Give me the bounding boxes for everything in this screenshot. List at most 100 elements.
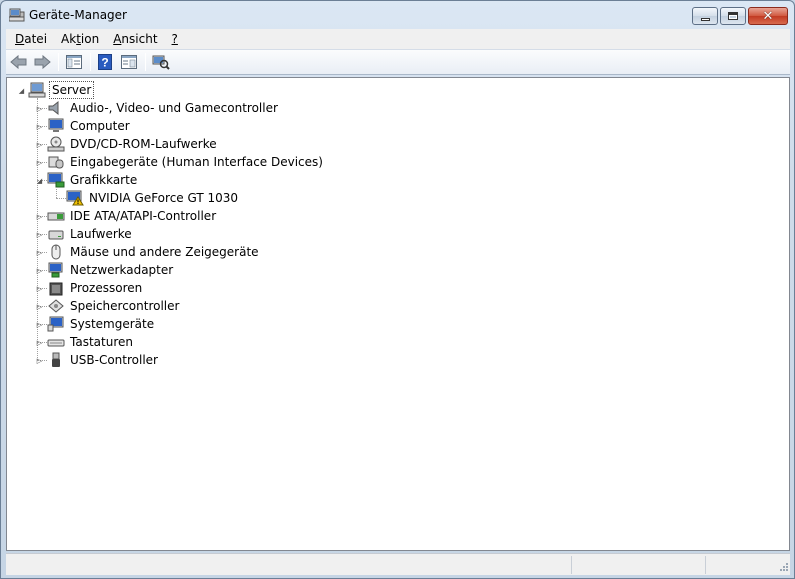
menu-datei-rest: atei [24,32,48,46]
close-icon: ✕ [762,8,774,24]
menu-ansicht-rest: nsicht [121,32,158,46]
title-bar[interactable]: Geräte-Manager ✕ [1,1,794,29]
expander-network-adapter[interactable]: ▷ [35,266,44,275]
tree-category-label: Eingabegeräte (Human Interface Devices) [70,155,323,169]
expander-system-devices[interactable]: ▷ [35,320,44,329]
scan-hardware-button[interactable] [150,52,172,72]
tree-category-label: DVD/CD-ROM-Laufwerke [70,137,217,151]
menu-ansicht[interactable]: Ansicht [108,32,162,46]
processor-icon [47,280,65,296]
tree-node-category[interactable]: Computer [47,117,132,135]
tree-category-label: Speichercontroller [70,299,180,313]
status-bar [6,553,790,575]
tree-node-category[interactable]: Tastaturen [47,333,135,351]
resize-grip-icon[interactable] [777,562,789,574]
expander-mouse[interactable]: ▷ [35,248,44,257]
expander-storage-controller[interactable]: ▷ [35,302,44,311]
speaker-icon [47,100,65,116]
tree-node-category[interactable]: Laufwerke [47,225,134,243]
expander-disc-drive[interactable]: ▷ [35,140,44,149]
toolbar-separator [58,53,59,71]
expander-disk-drive[interactable]: ▷ [35,230,44,239]
keyboard-icon [47,334,65,350]
help-icon: ? [98,54,112,70]
maximize-button[interactable] [720,7,746,25]
window-title: Geräte-Manager [29,8,127,22]
minimize-icon [700,17,710,21]
menu-aktion-pre: Ak [61,32,77,46]
forward-button[interactable] [31,52,53,72]
expander-usb[interactable]: ▷ [35,356,44,365]
display-adapter-icon [47,172,65,188]
close-button[interactable]: ✕ [748,7,788,25]
expander-hid[interactable]: ▷ [35,158,44,167]
tree-node-category[interactable]: Systemgeräte [47,315,156,333]
toolbar: ? [6,49,790,75]
tree-category-label: Systemgeräte [70,317,155,331]
menu-datei-accel: D [15,32,25,46]
tree-node-category[interactable]: DVD/CD-ROM-Laufwerke [47,135,219,153]
tree-node-category[interactable]: Mäuse und andere Zeigegeräte [47,243,261,261]
tree-device-label: NVIDIA GeForce GT 1030 [89,191,239,205]
properties-button[interactable] [118,52,140,72]
tree-node-category[interactable]: Speichercontroller [47,297,181,315]
device-manager-window: Geräte-Manager ✕ Datei Aktion Ansicht ? … [0,0,795,579]
expander-display-adapter[interactable]: ◢ [35,176,44,185]
toolbar-separator [145,53,146,71]
computer-icon [28,82,46,98]
expander-keyboard[interactable]: ▷ [35,338,44,347]
show-hide-tree-button[interactable] [63,52,85,72]
system-devices-icon [47,316,65,332]
back-arrow-icon [10,55,27,69]
expander-ide-controller[interactable]: ▷ [35,212,44,221]
back-button[interactable] [8,52,30,72]
tree-node-category[interactable]: Prozessoren [47,279,144,297]
minimize-button[interactable] [692,7,718,25]
tree-node-category[interactable]: Eingabegeräte (Human Interface Devices) [47,153,325,171]
tree-node-category[interactable]: USB-Controller [47,351,160,369]
disk-drive-icon [47,226,65,242]
network-adapter-icon [47,262,65,278]
expander-processor[interactable]: ▷ [35,284,44,293]
menu-datei[interactable]: Datei [10,32,52,46]
forward-arrow-icon [34,55,51,69]
warning-display-icon [66,190,84,206]
tree-category-label: Grafikkarte [70,173,138,187]
menu-bar: Datei Aktion Ansicht ? [6,29,790,49]
menu-help[interactable]: ? [167,32,183,46]
tree-category-label: Computer [70,119,130,133]
tree-category-label: Audio-, Video- und Gamecontroller [70,101,278,115]
tree-node-category[interactable]: IDE ATA/ATAPI-Controller [47,207,218,225]
tree-category-label: Tastaturen [70,335,133,349]
tree-category-label: USB-Controller [70,353,158,367]
tree-connector [56,198,66,199]
expander-monitor[interactable]: ▷ [35,122,44,131]
device-tree-pane[interactable]: ◢ Server ▷ Audio-, Video- und Gamecontrol… [6,77,790,551]
tree-node-category[interactable]: Audio-, Video- und Gamecontroller [47,99,280,117]
storage-controller-icon [47,298,65,314]
menu-aktion[interactable]: Aktion [56,32,104,46]
usb-icon [47,352,65,368]
tree-root-label: Server [49,81,95,99]
properties-icon [121,55,137,69]
tree-category-label: IDE ATA/ATAPI-Controller [70,209,217,223]
tree-node-category[interactable]: Grafikkarte [47,171,139,189]
menu-help-accel: ? [171,32,178,46]
tree-node-root[interactable]: Server [28,81,95,99]
tree-connector [56,187,57,198]
help-button[interactable]: ? [95,52,117,72]
tree-node-device[interactable]: NVIDIA GeForce GT 1030 [66,189,240,207]
tree-category-label: Laufwerke [70,227,132,241]
svg-text:?: ? [101,56,108,70]
tree-node-category[interactable]: Netzwerkadapter [47,261,175,279]
expander-speaker[interactable]: ▷ [35,104,44,113]
scan-hardware-icon [152,55,170,70]
expander-root[interactable]: ◢ [17,86,26,95]
mouse-icon [47,244,65,260]
menu-aktion-rest: ion [80,32,100,46]
monitor-icon [47,118,65,134]
show-hide-console-tree-icon [66,55,82,69]
device-tree: ◢ Server ▷ Audio-, Video- und Gamecontrol… [7,78,789,550]
ide-controller-icon [47,208,65,224]
hid-icon [47,154,65,170]
